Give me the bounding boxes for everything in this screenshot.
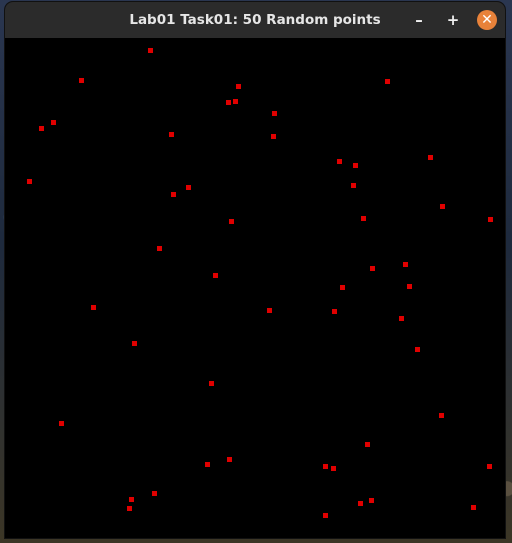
random-point (205, 462, 210, 467)
random-point (91, 305, 96, 310)
random-point (171, 192, 176, 197)
random-point (132, 341, 137, 346)
random-point (272, 111, 277, 116)
random-point (471, 505, 476, 510)
random-point (186, 185, 191, 190)
random-point (79, 78, 84, 83)
random-point (148, 48, 153, 53)
minimize-icon: – (415, 11, 423, 29)
random-point (332, 309, 337, 314)
random-point (370, 266, 375, 271)
random-point (439, 413, 444, 418)
random-point (226, 100, 231, 105)
random-point (403, 262, 408, 267)
app-window: Lab01 Task01: 50 Random points – + ✕ (5, 2, 505, 538)
random-point (323, 513, 328, 518)
random-point (385, 79, 390, 84)
random-point (487, 464, 492, 469)
random-point (365, 442, 370, 447)
random-point (351, 183, 356, 188)
random-point (428, 155, 433, 160)
random-point (361, 216, 366, 221)
drawing-canvas[interactable] (5, 38, 505, 538)
random-point (39, 126, 44, 131)
random-point (129, 497, 134, 502)
random-point (407, 284, 412, 289)
random-point (337, 159, 342, 164)
random-point (51, 120, 56, 125)
random-point (340, 285, 345, 290)
random-point (353, 163, 358, 168)
random-point (59, 421, 64, 426)
random-point (440, 204, 445, 209)
close-icon: ✕ (481, 12, 493, 28)
random-point (157, 246, 162, 251)
title-bar[interactable]: Lab01 Task01: 50 Random points – + ✕ (5, 2, 505, 38)
random-point (415, 347, 420, 352)
maximize-button[interactable]: + (443, 10, 463, 30)
random-point (213, 273, 218, 278)
random-point (27, 179, 32, 184)
random-point (227, 457, 232, 462)
random-point (331, 466, 336, 471)
close-button[interactable]: ✕ (477, 10, 497, 30)
random-point (209, 381, 214, 386)
random-point (323, 464, 328, 469)
random-point (127, 506, 132, 511)
random-point (169, 132, 174, 137)
minimize-button[interactable]: – (409, 10, 429, 30)
random-point (229, 219, 234, 224)
window-title: Lab01 Task01: 50 Random points (129, 12, 381, 28)
random-point (369, 498, 374, 503)
random-point (233, 99, 238, 104)
random-point (358, 501, 363, 506)
random-point (152, 491, 157, 496)
maximize-icon: + (446, 11, 460, 29)
random-point (271, 134, 276, 139)
random-point (267, 308, 272, 313)
random-point (236, 84, 241, 89)
random-point (399, 316, 404, 321)
random-point (488, 217, 493, 222)
